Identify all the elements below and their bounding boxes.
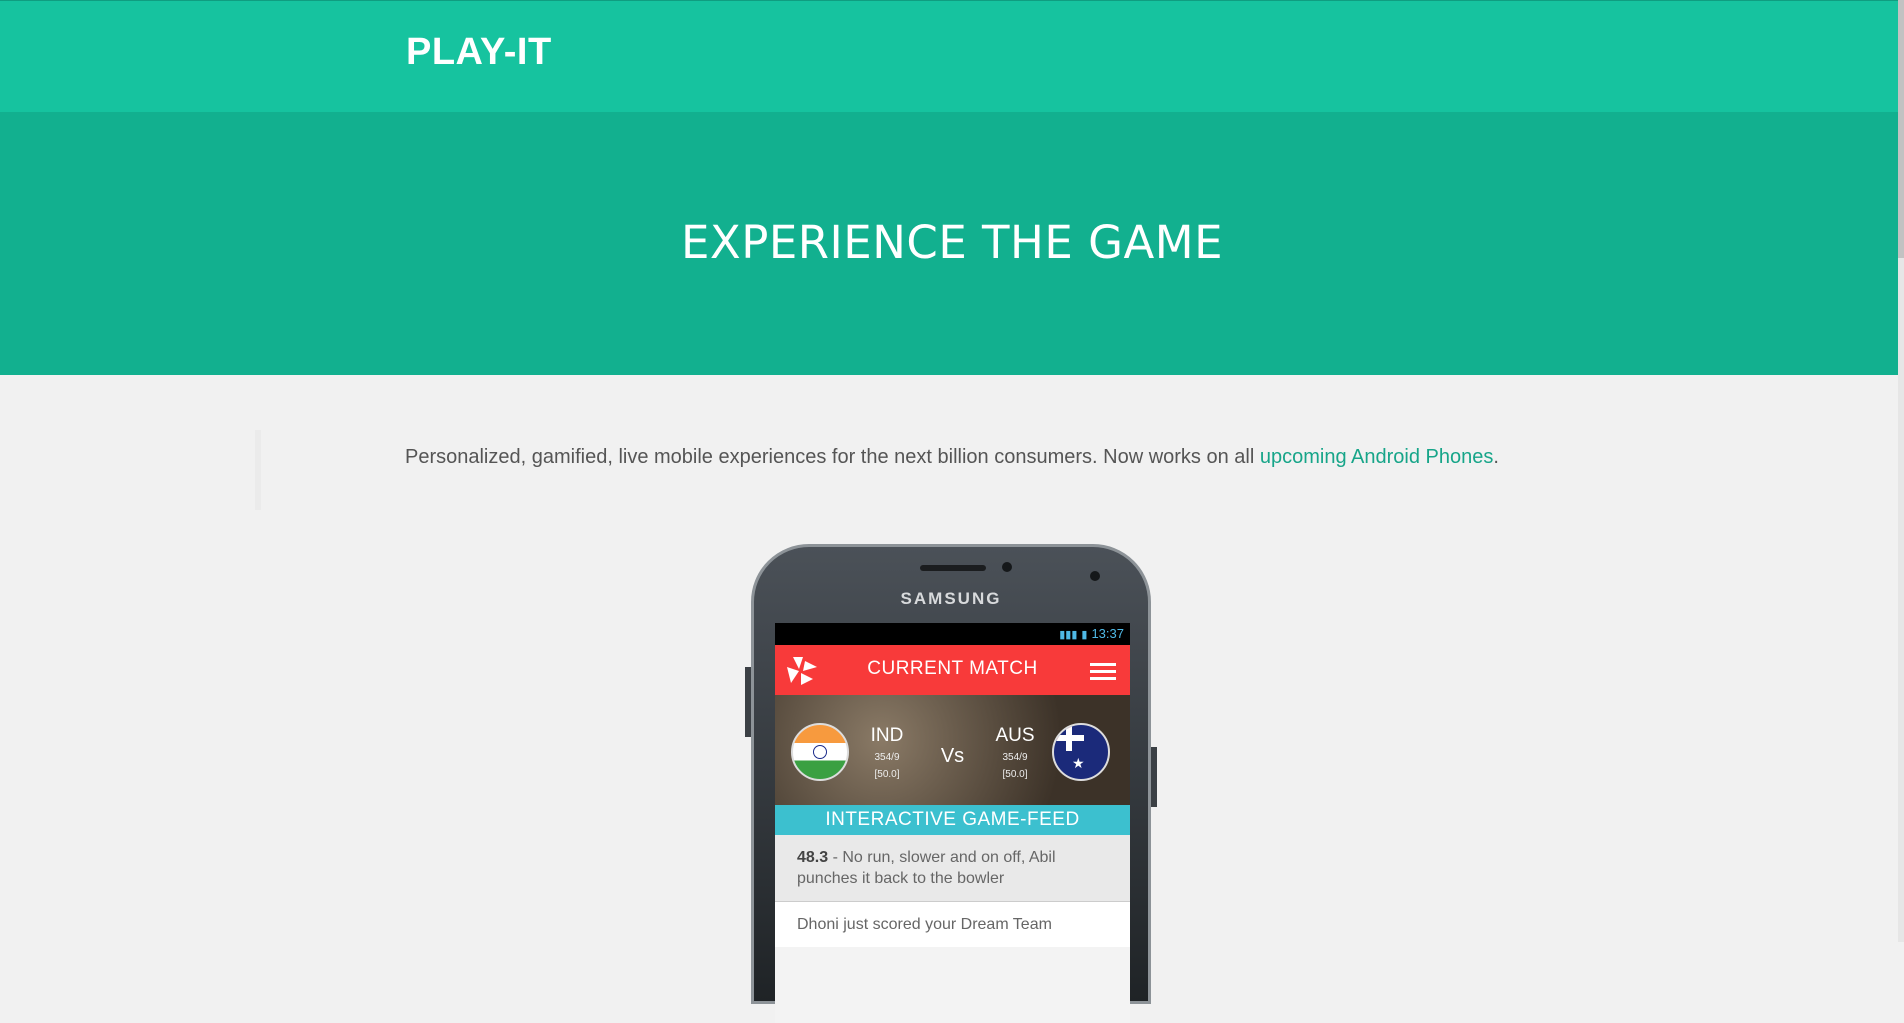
intro-text-end: . (1493, 446, 1499, 468)
phone-volume-button (745, 667, 751, 737)
match-scoreboard: IND 354/9 [50.0] Vs AUS 354/9 [50.0] (775, 695, 1130, 805)
phone-front-camera (1090, 571, 1100, 581)
status-time: 13:37 (1091, 626, 1124, 641)
blockquote-border (255, 430, 261, 510)
feed-item-text: Dhoni just scored your Dream Team (797, 916, 1052, 933)
feed-item: Dhoni just scored your Dream Team (775, 902, 1130, 947)
feed-header: INTERACTIVE GAME-FEED (775, 805, 1130, 835)
phone-brand-label: SAMSUNG (900, 589, 1002, 608)
phone-mockup-image: SAMSUNG ▮▮▮ ▮ 13:37 CURRENT MATCH IND 354/… (745, 544, 1157, 1023)
navbar: PLAY-IT (0, 0, 1904, 112)
team-left-overs: [50.0] (874, 769, 900, 780)
phone-status-bar: ▮▮▮ ▮ 13:37 (775, 623, 1130, 645)
scrollbar-thumb[interactable] (1898, 0, 1904, 258)
team-right: AUS 354/9 [50.0] (985, 725, 1045, 781)
phone-screen: ▮▮▮ ▮ 13:37 CURRENT MATCH IND 354/9 [50.0]… (775, 623, 1130, 1023)
battery-icon: ▮ (1081, 629, 1088, 641)
phone-power-button (1151, 747, 1157, 807)
feed-item: 48.3 - No run, slower and on off, Abil p… (775, 835, 1130, 902)
android-phones-link[interactable]: upcoming Android Phones (1260, 446, 1494, 468)
brand-logo-link[interactable]: PLAY-IT (406, 31, 552, 74)
team-right-name: AUS (995, 725, 1035, 746)
app-header: CURRENT MATCH (775, 645, 1130, 695)
team-left-name: IND (870, 725, 904, 746)
hero-banner: EXPERIENCE THE GAME (0, 112, 1904, 375)
app-title: CURRENT MATCH (867, 658, 1038, 679)
phone-speaker (920, 565, 986, 571)
team-right-score: 354/9 (1002, 752, 1028, 763)
team-right-overs: [50.0] (1002, 769, 1028, 780)
intro-text: Personalized, gamified, live mobile expe… (405, 446, 1260, 468)
hamburger-menu-icon (1090, 663, 1116, 684)
feed-item-text: - No run, slower and on off, Abil punche… (797, 849, 1056, 887)
signal-icon: ▮▮▮ (1059, 629, 1078, 641)
australia-flag-icon (1052, 723, 1110, 781)
scrollbar-track[interactable] (1898, 0, 1904, 942)
intro-paragraph: Personalized, gamified, live mobile expe… (405, 446, 1605, 469)
phone-sensor (1002, 562, 1012, 572)
hero-title: EXPERIENCE THE GAME (680, 216, 1224, 269)
feed-item-over: 48.3 (797, 849, 829, 866)
